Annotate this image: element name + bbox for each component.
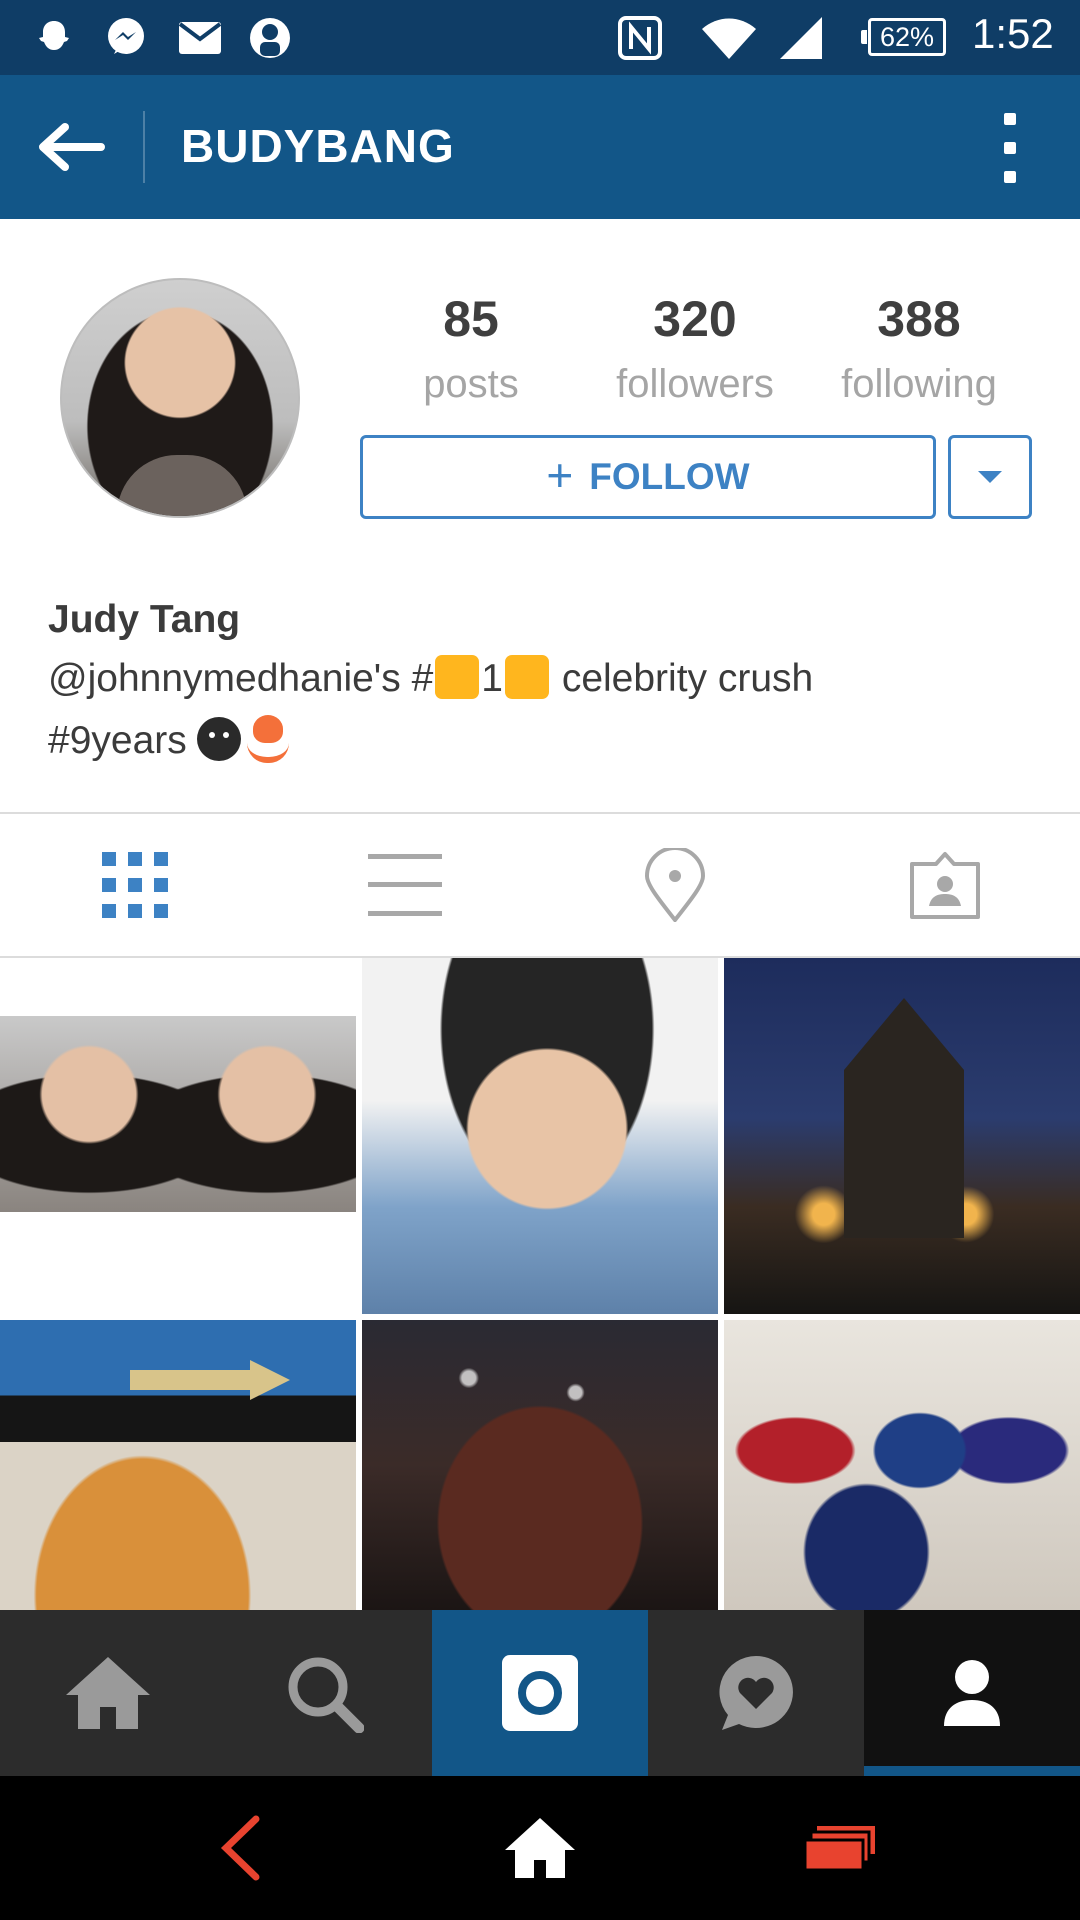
followers-count: 320 bbox=[653, 291, 737, 347]
octopus-emoji-icon bbox=[245, 715, 291, 763]
view-tabs bbox=[0, 814, 1080, 956]
profile-icon bbox=[944, 1660, 1000, 1726]
battery-indicator: 62% bbox=[861, 18, 946, 56]
posts-label: posts bbox=[423, 362, 519, 406]
yellow-square-emoji-icon bbox=[435, 655, 480, 699]
photo-thumbnail[interactable] bbox=[724, 1320, 1080, 1610]
avatar[interactable] bbox=[60, 278, 300, 518]
status-bar: 62% 1:52 bbox=[0, 0, 1080, 75]
bottom-navigation bbox=[0, 1610, 1080, 1776]
search-icon bbox=[288, 1657, 364, 1733]
tagged-photos-icon bbox=[910, 852, 980, 919]
grid-view-icon bbox=[102, 852, 168, 918]
recent-apps-icon bbox=[803, 1826, 875, 1872]
home-icon bbox=[505, 1818, 575, 1878]
nav-search[interactable] bbox=[216, 1610, 432, 1776]
wifi-icon bbox=[698, 12, 760, 64]
system-navigation-bar bbox=[0, 1776, 1080, 1920]
photo-thumbnail[interactable] bbox=[362, 1320, 718, 1610]
clock: 1:52 bbox=[972, 10, 1054, 57]
location-pin-icon bbox=[644, 848, 706, 922]
follow-label: FOLLOW bbox=[589, 456, 750, 497]
snapchat-icon bbox=[28, 12, 80, 64]
nav-camera[interactable] bbox=[432, 1610, 648, 1776]
bio-text-a: @johnnymedhanie's # bbox=[48, 657, 434, 700]
following-label: following bbox=[841, 362, 997, 406]
tab-list[interactable] bbox=[270, 814, 540, 956]
posts-stat[interactable]: 85 posts bbox=[376, 290, 566, 407]
mail-icon bbox=[174, 12, 226, 64]
caret-down-icon bbox=[978, 471, 1002, 483]
messenger-icon bbox=[100, 12, 152, 64]
yellow-square-emoji-icon bbox=[504, 655, 549, 699]
more-options-button[interactable] bbox=[990, 113, 1030, 183]
photo-thumbnail[interactable] bbox=[362, 958, 718, 1314]
photo-thumbnail[interactable] bbox=[724, 958, 1080, 1314]
nav-activity[interactable] bbox=[648, 1610, 864, 1776]
app-bar-divider bbox=[143, 111, 145, 183]
back-button[interactable] bbox=[30, 111, 110, 183]
signal-icon bbox=[776, 12, 826, 64]
battery-level: 62% bbox=[879, 21, 935, 52]
bio-text-b: 1 bbox=[481, 657, 503, 700]
nav-profile[interactable] bbox=[864, 1610, 1080, 1776]
tab-location[interactable] bbox=[540, 814, 810, 956]
bio-text-c: celebrity crush bbox=[550, 657, 814, 700]
astronaut-icon bbox=[244, 12, 296, 64]
arrow-left-icon bbox=[39, 123, 105, 171]
camera-icon bbox=[502, 1655, 578, 1731]
home-icon bbox=[66, 1657, 150, 1729]
photo-thumbnail[interactable] bbox=[0, 958, 356, 1314]
follow-button[interactable]: + FOLLOW bbox=[360, 435, 936, 519]
list-view-icon bbox=[368, 854, 442, 916]
profile-full-name: Judy Tang bbox=[48, 598, 241, 641]
plus-icon: + bbox=[546, 449, 574, 501]
followers-stat[interactable]: 320 followers bbox=[600, 290, 790, 407]
tab-tagged[interactable] bbox=[810, 814, 1080, 956]
face-emoji-icon bbox=[196, 717, 241, 761]
nfc-icon bbox=[612, 12, 668, 64]
activity-heart-icon bbox=[719, 1656, 793, 1730]
posts-count: 85 bbox=[443, 291, 499, 347]
nav-home[interactable] bbox=[0, 1610, 216, 1776]
tab-grid[interactable] bbox=[0, 814, 270, 956]
bio-hashtag[interactable]: #9years bbox=[48, 719, 187, 762]
more-vert-icon bbox=[1004, 113, 1016, 125]
photo-thumbnail[interactable] bbox=[0, 1320, 356, 1610]
back-icon bbox=[220, 1815, 260, 1881]
bio-line-2: #9years bbox=[48, 715, 291, 763]
following-count: 388 bbox=[877, 291, 961, 347]
app-bar: BUDYBANG bbox=[0, 75, 1080, 219]
followers-label: followers bbox=[616, 362, 774, 406]
system-recents-button[interactable] bbox=[660, 1776, 1020, 1920]
profile-username-title: BUDYBANG bbox=[181, 120, 455, 172]
suggested-users-dropdown-button[interactable] bbox=[948, 435, 1032, 519]
bio-line-1: @johnnymedhanie's # 1 celebrity crush bbox=[48, 655, 813, 701]
following-stat[interactable]: 388 following bbox=[824, 290, 1014, 407]
